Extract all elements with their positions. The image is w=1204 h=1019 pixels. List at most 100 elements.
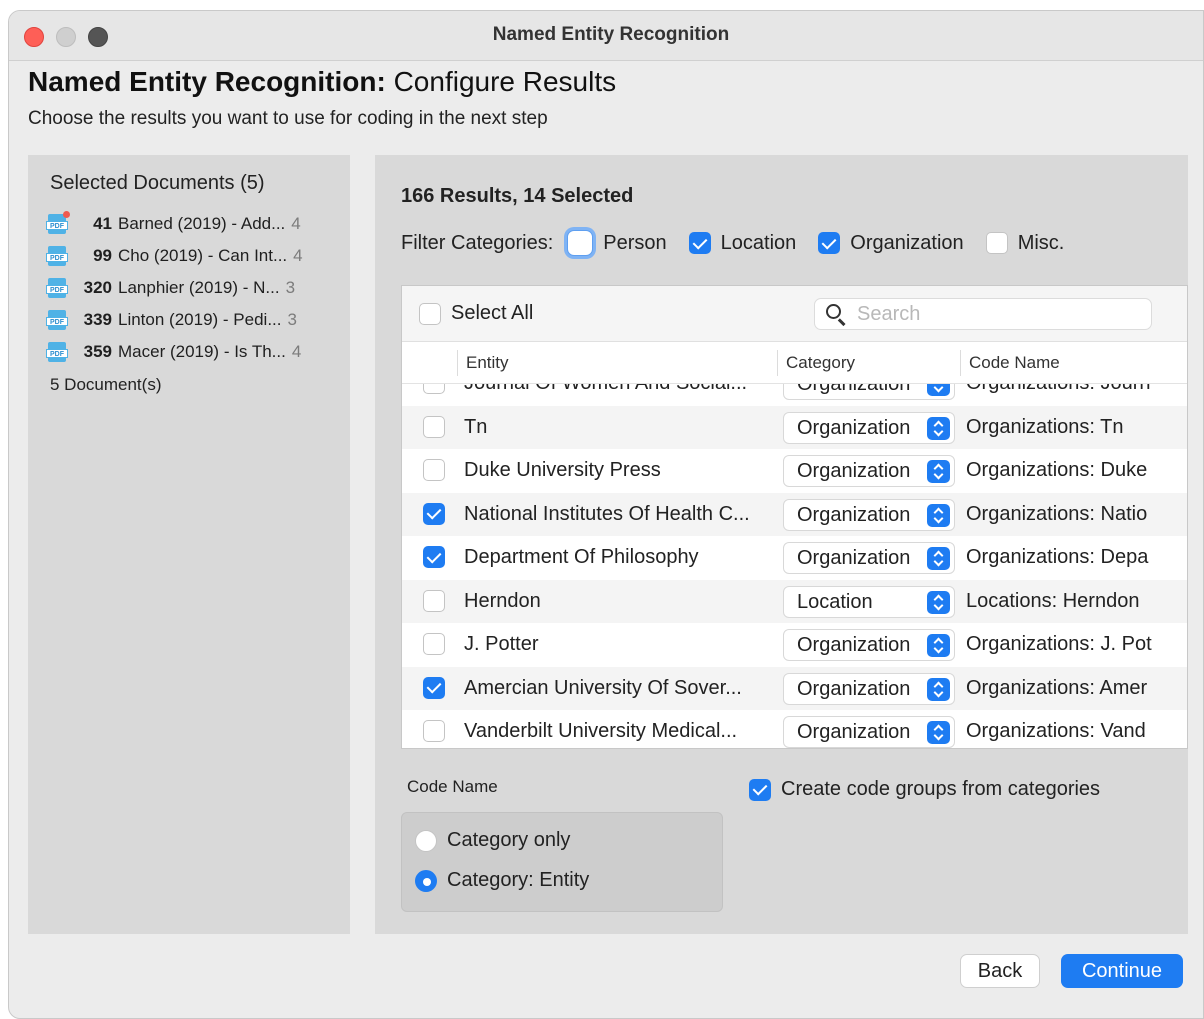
radio-category-only-label: Category only [447,829,571,851]
pdf-icon: PDF [46,278,68,298]
search-input[interactable]: Search [814,298,1152,330]
code-name-cell: Organizations: Amer [966,676,1148,699]
document-item[interactable]: PDF 359 Macer (2019) - Is Th... 4 [46,340,301,364]
category-popup[interactable]: Organization [783,542,955,574]
document-count: 4 [293,246,303,265]
popup-arrows-icon [927,460,950,483]
category-value: Organization [797,547,911,569]
radio-category-only[interactable]: Category only [415,829,570,852]
column-category[interactable]: Category [786,353,855,373]
results-summary: 166 Results, 14 Selected [401,185,634,207]
row-checkbox[interactable] [423,415,445,438]
table-body[interactable]: Journal Of Women And Social... Organizat… [402,384,1187,748]
category-popup[interactable]: Organization [783,455,955,487]
table-row[interactable]: Department Of Philosophy Organization Or… [402,536,1187,580]
filter-person-checkbox[interactable] [567,230,594,256]
code-name-cell: Organizations: J. Pot [966,633,1152,655]
category-popup[interactable]: Organization [783,411,955,444]
select-all[interactable]: Select All [419,302,533,325]
category-popup[interactable]: Organization [783,629,955,661]
category-popup[interactable]: Organization [783,498,955,531]
create-code-groups-checkbox[interactable] [749,778,771,801]
category-popup[interactable]: Location [783,585,955,618]
continue-button[interactable]: Continue [1061,954,1183,988]
document-number: 320 [83,278,112,297]
row-checkbox[interactable] [423,720,445,742]
category-value: Organization [797,677,911,700]
popup-arrows-icon [927,416,950,440]
code-name-cell: Organizations: Vand [966,720,1146,742]
results-table: Select All Search Entity Category Code N… [401,285,1188,749]
document-number: 359 [83,342,112,361]
document-count: 4 [291,214,301,233]
table-row[interactable]: Duke University Press Organization Organ… [402,449,1187,493]
category-popup[interactable]: Organization [783,384,955,400]
row-checkbox[interactable] [423,589,445,612]
table-row[interactable]: Herndon Location Locations: Herndon [402,579,1187,623]
unread-dot [63,211,70,218]
row-checkbox[interactable] [423,633,445,655]
filter-misc-checkbox[interactable] [985,232,1008,254]
radio-category-entity[interactable]: Category: Entity [415,869,589,892]
page-title-bold: Named Entity Recognition: [28,66,386,97]
document-label: Barned (2019) - Add... [118,214,286,233]
row-checkbox[interactable] [423,459,445,481]
popup-arrows-icon [927,634,950,657]
table-header: Entity Category Code Name [402,342,1187,384]
radio-category-entity-button[interactable] [415,869,437,892]
document-label: Lanphier (2019) - N... [118,278,280,297]
filter-location[interactable]: Location [688,232,796,255]
window-title: Named Entity Recognition [492,24,730,45]
category-value: Organization [797,416,911,439]
row-checkbox[interactable] [423,676,445,699]
filter-organization-label: Organization [850,231,964,254]
document-item[interactable]: PDF 339 Linton (2019) - Pedi... 3 [46,308,297,332]
document-label: Cho (2019) - Can Int... [118,246,288,265]
create-code-groups-option[interactable]: Create code groups from categories [749,778,1100,801]
entity-cell: Duke University Press [464,459,661,481]
table-row[interactable]: Tn Organization Organizations: Tn [402,405,1187,449]
entity-cell: Department Of Philosophy [464,546,699,568]
entity-cell: Herndon [464,589,541,612]
back-button[interactable]: Back [960,954,1040,988]
table-row[interactable]: National Institutes Of Health C... Organ… [402,492,1187,536]
document-count: 3 [285,278,296,297]
category-value: Organization [797,634,911,656]
table-row[interactable]: Journal Of Women And Social... Organizat… [402,384,1187,406]
filter-person[interactable]: Person [567,230,667,256]
row-checkbox[interactable] [423,384,445,394]
document-item[interactable]: PDF 99 Cho (2019) - Can Int... 4 [46,244,303,268]
code-name-cell: Organizations: Tn [966,415,1124,438]
filter-location-checkbox[interactable] [688,232,711,254]
code-name-cell: Organizations: Depa [966,546,1149,568]
category-value: Organization [797,384,911,395]
category-popup[interactable]: Organization [783,672,955,705]
table-row[interactable]: Amercian University Of Sover... Organiza… [402,666,1187,710]
select-all-checkbox[interactable] [419,302,441,325]
results-panel: 166 Results, 14 Selected Filter Categori… [375,155,1188,934]
filter-misc-label: Misc. [1017,231,1065,254]
code-name-cell: Locations: Herndon [966,589,1140,612]
table-row[interactable]: Vanderbilt University Medical... Organiz… [402,710,1187,748]
category-popup[interactable]: Organization [783,716,955,748]
column-entity[interactable]: Entity [466,353,509,373]
category-value: Organization [797,721,911,743]
filter-organization-checkbox[interactable] [818,232,841,254]
radio-category-only-button[interactable] [415,829,437,852]
document-item[interactable]: PDF 41 Barned (2019) - Add... 4 [46,211,301,236]
document-count-footer: 5 Document(s) [50,375,162,394]
table-row[interactable]: J. Potter Organization Organizations: J.… [402,623,1187,667]
document-item[interactable]: PDF 320 Lanphier (2019) - N... 3 [46,276,295,300]
filter-organization[interactable]: Organization [818,231,964,255]
document-label: Macer (2019) - Is Th... [118,342,286,361]
radio-category-entity-label: Category: Entity [447,869,590,891]
document-label: Linton (2019) - Pedi... [118,310,282,329]
popup-arrows-icon [927,721,950,744]
document-count: 3 [287,310,297,329]
row-checkbox[interactable] [423,546,445,568]
row-checkbox[interactable] [423,502,445,525]
code-name-radio-group: Category only Category: Entity [401,812,723,912]
filter-misc[interactable]: Misc. [985,231,1065,255]
filter-categories: Filter Categories: Person Location Organ… [401,228,1064,258]
column-code-name[interactable]: Code Name [969,353,1060,373]
